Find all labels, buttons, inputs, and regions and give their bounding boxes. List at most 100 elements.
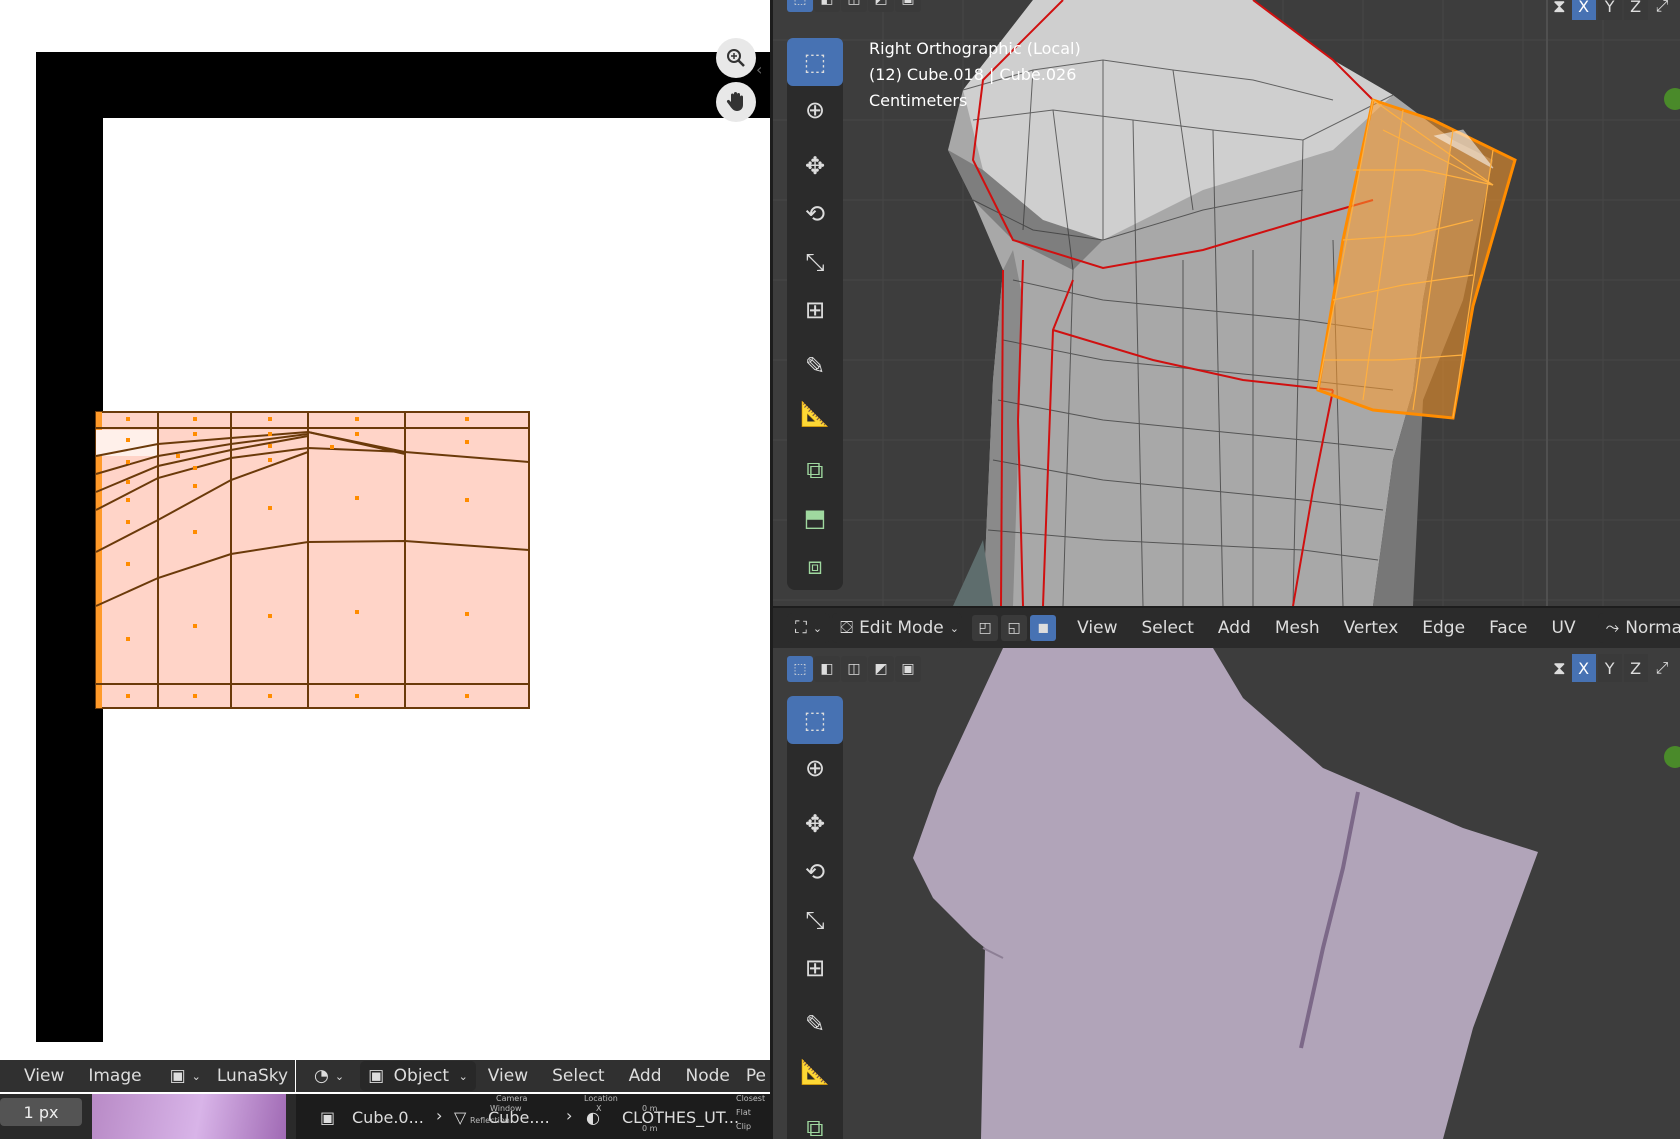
menu-add[interactable]: Add: [1206, 618, 1263, 638]
menu-node[interactable]: Node: [674, 1066, 742, 1086]
chevron-left-icon[interactable]: ‹: [756, 60, 762, 79]
select-new-icon[interactable]: ⬚: [787, 656, 813, 682]
measure-icon[interactable]: 📐: [787, 1048, 843, 1096]
image-icon: ▣: [169, 1066, 186, 1086]
viewport-editor-icon: ⛶: [795, 618, 807, 638]
menu-partial[interactable]: Pe: [742, 1066, 770, 1086]
cursor-icon[interactable]: ⊕: [787, 86, 843, 134]
node-label-clip: Clip: [736, 1122, 752, 1131]
rotate-icon[interactable]: ⟲: [787, 190, 843, 238]
viewport-top[interactable]: ⬚ ◧ ◫ ◩ ▣ ⧗ X Y Z ⤢ Right Orthographic (…: [773, 0, 1680, 606]
menu-view[interactable]: View: [476, 1066, 540, 1086]
select-subtract-icon[interactable]: ◫: [841, 656, 867, 682]
mesh-solid: [913, 648, 1538, 1139]
move-icon[interactable]: ✥: [787, 800, 843, 848]
select-box-icon[interactable]: ⬚: [787, 38, 843, 86]
edge-select-icon[interactable]: ◱: [1001, 615, 1028, 641]
object-mode-dropdown[interactable]: ▣ Object ⌄: [360, 1061, 476, 1091]
menu-view[interactable]: View: [1065, 618, 1129, 638]
annotate-icon[interactable]: ✎: [787, 1000, 843, 1048]
breadcrumb-material[interactable]: CLOTHES_UT...: [622, 1108, 739, 1127]
chevron-down-icon: ⌄: [191, 1069, 201, 1083]
select-invert-icon[interactable]: ◩: [868, 656, 894, 682]
transform-icon[interactable]: ⊞: [787, 944, 843, 992]
node-label-0m-a: 0 m: [642, 1104, 658, 1113]
scale-icon[interactable]: ⤡: [787, 238, 843, 286]
mirror-axes-top: ⧗ X Y Z ⤢: [1553, 0, 1668, 20]
chevron-right-icon: ›: [436, 1106, 443, 1125]
image-thumbnail: [92, 1094, 286, 1139]
uv-island[interactable]: [0, 0, 770, 1139]
axis-x-button[interactable]: X: [1571, 654, 1596, 682]
face-select-icon[interactable]: ◼: [1030, 615, 1057, 641]
snap-icon[interactable]: ⤢: [1656, 0, 1669, 16]
menu-vertex[interactable]: Vertex: [1332, 618, 1411, 638]
node-tree-icon: ◔: [314, 1066, 329, 1086]
menu-mesh[interactable]: Mesh: [1263, 618, 1332, 638]
select-intersect-icon[interactable]: ▣: [895, 656, 921, 682]
measure-icon[interactable]: 📐: [787, 390, 843, 438]
object-icon: ▣: [368, 1066, 385, 1086]
menu-view[interactable]: View: [0, 1066, 76, 1086]
select-extend-icon[interactable]: ◧: [814, 656, 840, 682]
vertex-select-icon[interactable]: ◰: [972, 615, 999, 641]
chevron-right-icon: ›: [566, 1106, 573, 1125]
node-label-flat: Flat: [736, 1108, 751, 1117]
editor-type-dropdown[interactable]: ◔ ⌄: [306, 1061, 353, 1091]
orientation-dropdown[interactable]: ⤳ Normal ⌄: [1597, 613, 1680, 643]
select-extend-icon[interactable]: ◧: [814, 0, 840, 12]
uv-editor[interactable]: ‹: [0, 0, 770, 1139]
node-label-camera: Camera: [496, 1094, 528, 1103]
snap-icon[interactable]: ⤢: [1656, 658, 1669, 678]
chevron-down-icon: ⌄: [949, 621, 959, 635]
add-cube-icon[interactable]: ⧉: [787, 446, 843, 494]
transform-icon[interactable]: ⊞: [787, 286, 843, 334]
orientation-label: Normal: [1625, 618, 1680, 638]
select-box-icon[interactable]: ⬚: [787, 696, 843, 744]
axis-y-button[interactable]: Y: [1597, 0, 1622, 20]
chevron-down-icon: ⌄: [458, 1069, 468, 1083]
axis-x-button[interactable]: X: [1571, 0, 1596, 20]
node-editor-header: ◔ ⌄ ▣ Object ⌄ View Select Add Node Pe: [296, 1060, 770, 1092]
menu-uv[interactable]: UV: [1540, 618, 1588, 638]
extrude-icon[interactable]: ⬒: [787, 494, 843, 542]
menu-image[interactable]: Image: [76, 1066, 153, 1086]
mesh-icon: ▽: [454, 1108, 467, 1127]
menu-edge[interactable]: Edge: [1410, 618, 1477, 638]
gizmo-dot[interactable]: [1664, 746, 1680, 768]
annotate-icon[interactable]: ✎: [787, 342, 843, 390]
menu-select[interactable]: Select: [540, 1066, 616, 1086]
viewport-bottom[interactable]: ⬚ ◧ ◫ ◩ ▣ ⧗ X Y Z ⤢ ⬚ ⊕ ✥ ⟲ ⤡ ⊞ ✎ 📐 ⧉: [773, 648, 1680, 1139]
image-name[interactable]: LunaSky: [209, 1066, 300, 1086]
cursor-icon[interactable]: ⊕: [787, 744, 843, 792]
add-cube-icon[interactable]: ⧉: [787, 1104, 843, 1139]
hand-icon[interactable]: [716, 82, 756, 122]
axis-z-button[interactable]: Z: [1623, 0, 1648, 20]
mirror-icon[interactable]: ⧗: [1553, 658, 1566, 679]
select-subtract-icon[interactable]: ◫: [841, 0, 867, 12]
px-value-field[interactable]: 1 px: [0, 1098, 82, 1126]
mirror-icon[interactable]: ⧗: [1553, 0, 1566, 17]
select-invert-icon[interactable]: ◩: [868, 0, 894, 12]
breadcrumb-object[interactable]: Cube.0...: [352, 1108, 424, 1127]
menu-face[interactable]: Face: [1477, 618, 1539, 638]
move-icon[interactable]: ✥: [787, 142, 843, 190]
uv-editor-header: View Image ▣ ⌄ LunaSky: [0, 1060, 295, 1092]
select-new-icon[interactable]: ⬚: [787, 0, 813, 12]
menu-add[interactable]: Add: [617, 1066, 674, 1086]
menu-select[interactable]: Select: [1129, 618, 1205, 638]
scale-icon[interactable]: ⤡: [787, 896, 843, 944]
object-icon: ▣: [320, 1108, 336, 1127]
image-browse-dropdown[interactable]: ▣ ⌄: [161, 1061, 209, 1091]
select-intersect-icon[interactable]: ▣: [895, 0, 921, 12]
node-label-0m-b: 0 m: [642, 1124, 658, 1133]
editor-type-dropdown[interactable]: ⛶ ⌄: [787, 613, 831, 643]
inset-icon[interactable]: ⧈: [787, 542, 843, 590]
axis-y-button[interactable]: Y: [1597, 654, 1622, 682]
rotate-icon[interactable]: ⟲: [787, 848, 843, 896]
magnify-plus-icon[interactable]: [716, 38, 756, 78]
gizmo-dot[interactable]: [1664, 88, 1680, 110]
axis-z-button[interactable]: Z: [1623, 654, 1648, 682]
mode-dropdown[interactable]: ⛋ Edit Mode ⌄: [832, 613, 963, 643]
node-label-window: Window: [490, 1104, 522, 1113]
